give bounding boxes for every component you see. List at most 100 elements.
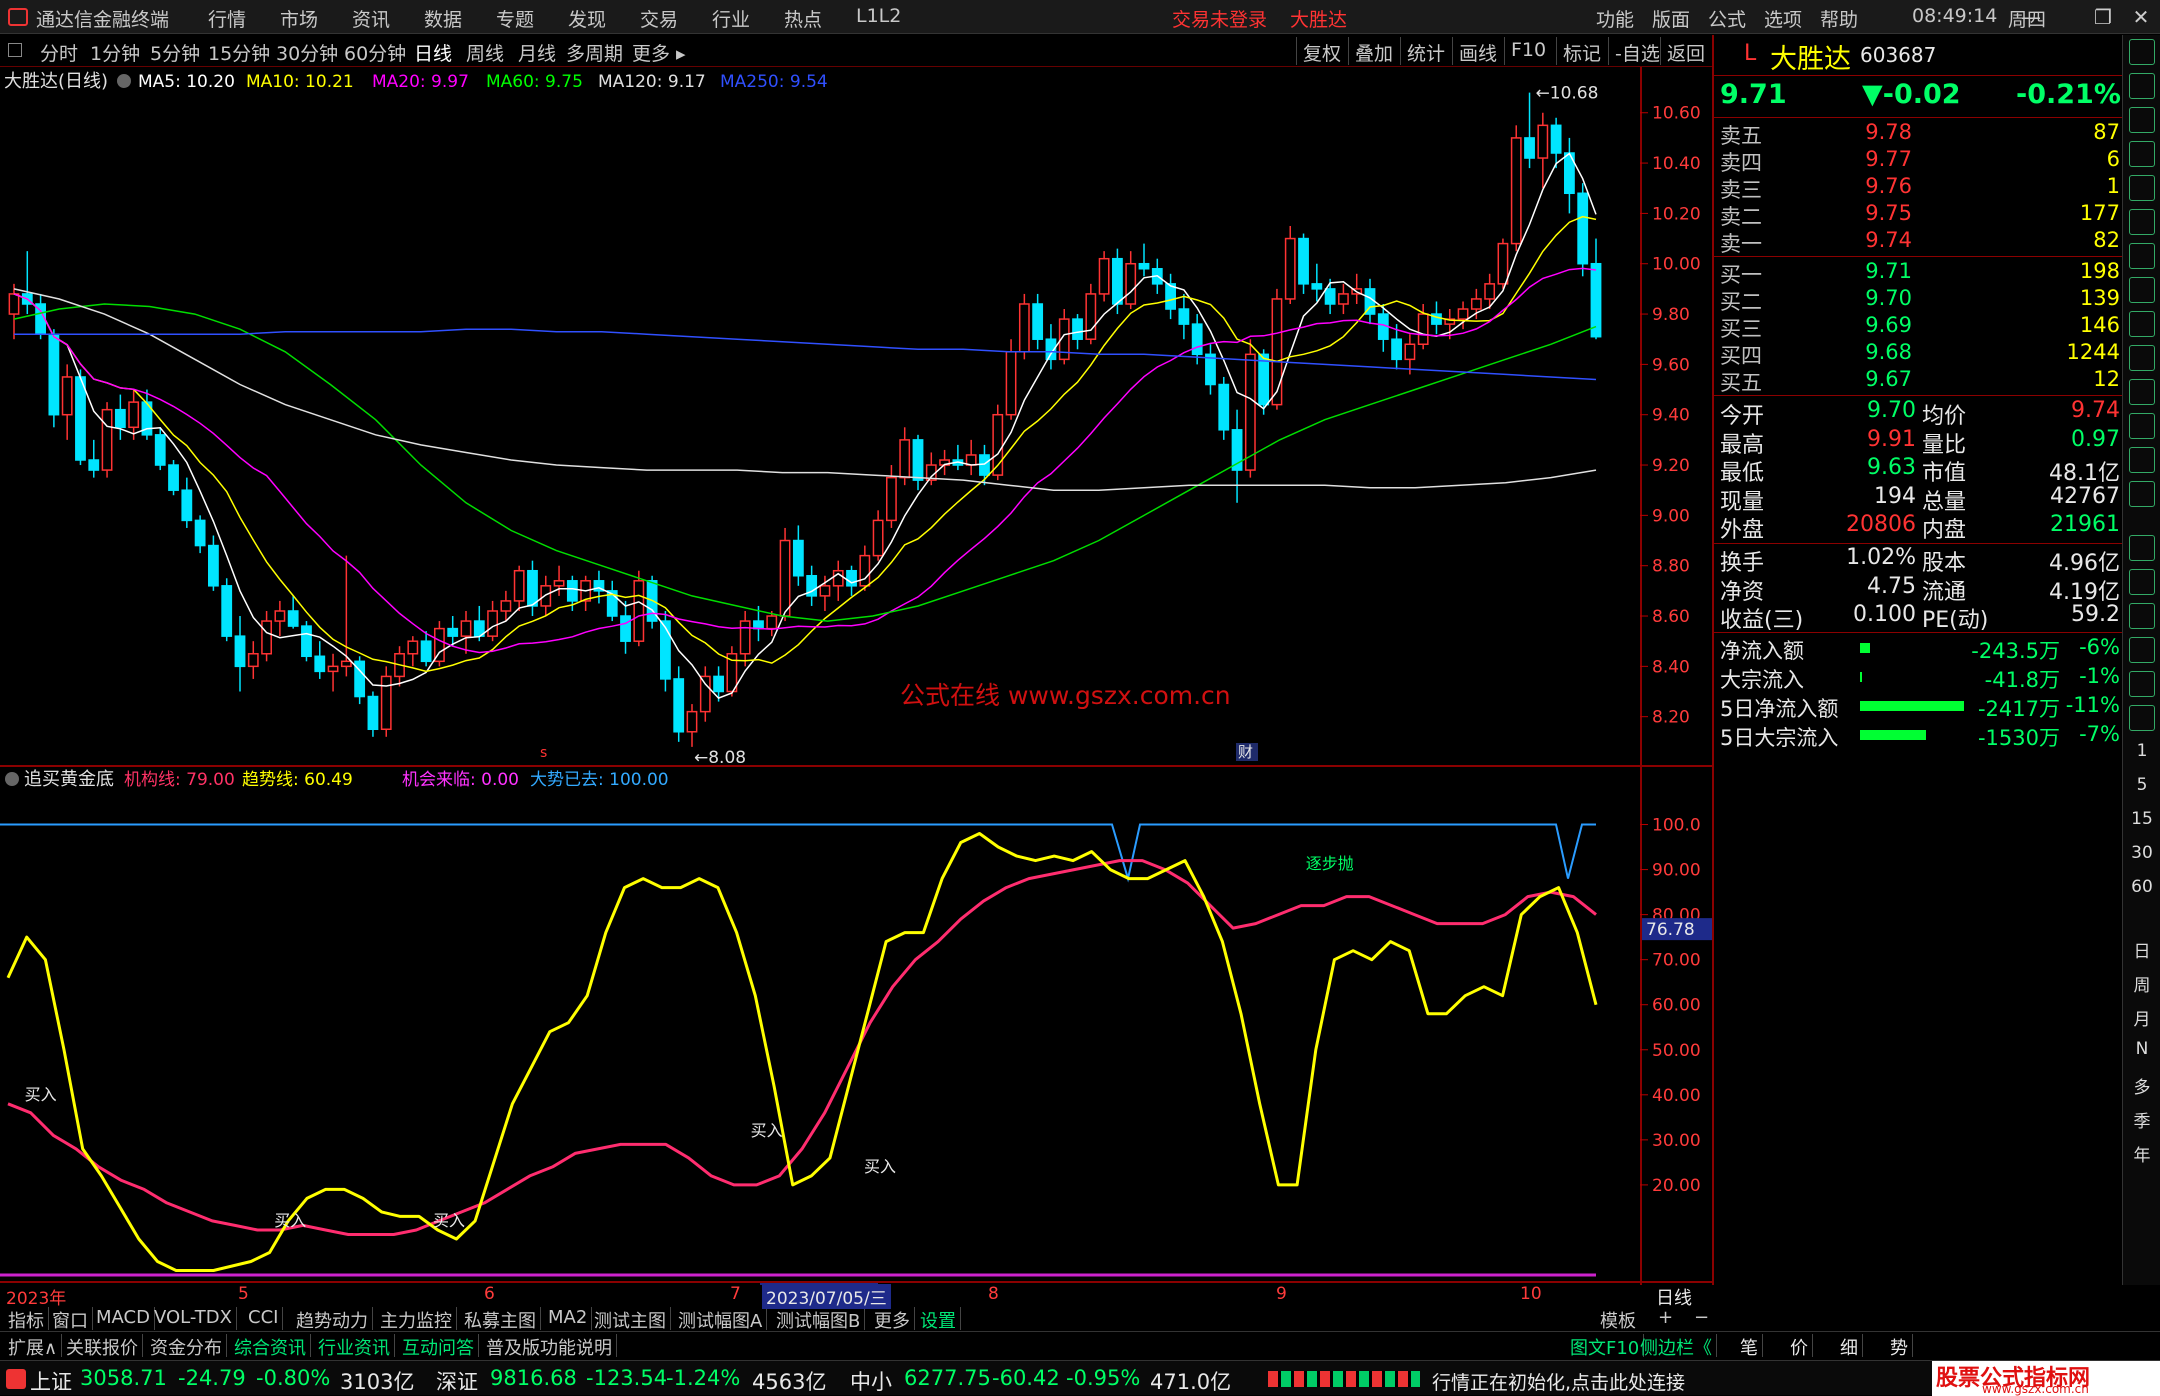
expand-icon[interactable] (2129, 39, 2155, 65)
period-10[interactable]: 更多 ▸ (632, 39, 686, 66)
indicator-tab-5[interactable]: 趋势动力 (292, 1307, 373, 1332)
indicator-tab-10[interactable]: 测试幅图A (674, 1307, 768, 1332)
line-icon[interactable] (2129, 243, 2155, 269)
extension-tab-0[interactable]: 扩展∧ (4, 1334, 63, 1359)
extension-tab-1[interactable]: 关联报价 (62, 1334, 143, 1359)
extension-tab-4[interactable]: 行业资讯 (314, 1334, 395, 1359)
indicator-tab-8[interactable]: MA2 (544, 1307, 593, 1330)
layer-icon[interactable] (2129, 705, 2155, 731)
down-arrow-icon[interactable] (2129, 107, 2155, 133)
list-icon[interactable] (2129, 311, 2155, 337)
chart-icon[interactable] (2129, 175, 2155, 201)
grid-icon[interactable] (2129, 379, 2155, 405)
menu-1[interactable]: 市场 (280, 5, 318, 32)
legend-toggle-icon[interactable] (117, 74, 131, 88)
side-tab-0[interactable]: 图文F10 (1566, 1334, 1645, 1359)
ask-row-2[interactable]: 卖三 9.76 1 (1714, 174, 2124, 202)
extension-tab-6[interactable]: 普及版功能说明 (482, 1334, 617, 1359)
period-1[interactable]: 1分钟 (90, 39, 140, 66)
pen-icon[interactable] (2129, 637, 2155, 663)
indicator-tab-4[interactable]: CCI (244, 1307, 284, 1330)
indicator-tab-3[interactable]: VOL-TDX (150, 1307, 237, 1330)
template-button-1[interactable]: + (1654, 1307, 1677, 1330)
right-menu-1[interactable]: 版面 (1652, 5, 1690, 32)
flow-row-1[interactable]: 大宗流入 -41.8万 -1% (1714, 664, 2124, 693)
flow-row-2[interactable]: 5日净流入额 -2417万 -11% (1714, 693, 2124, 722)
toolbar-button-6[interactable]: -自选 (1608, 37, 1666, 65)
period-shortcut-6[interactable]: 周 (2123, 971, 2160, 996)
period-shortcut-2[interactable]: 15 (2123, 809, 2160, 829)
period-6[interactable]: 日线 (414, 39, 452, 66)
pie-icon[interactable] (2129, 413, 2155, 439)
period-3[interactable]: 15分钟 (208, 39, 270, 66)
menu-2[interactable]: 资讯 (352, 5, 390, 32)
k-icon[interactable] (2129, 277, 2155, 303)
menu-7[interactable]: 行业 (712, 5, 750, 32)
right-menu-4[interactable]: 帮助 (1820, 5, 1858, 32)
toolbar-button-2[interactable]: 统计 (1400, 37, 1451, 65)
marker-cai[interactable]: 财 (1238, 743, 1253, 761)
f10-icon[interactable] (2129, 345, 2155, 371)
period-7[interactable]: 周线 (466, 39, 504, 66)
bars-icon[interactable] (2129, 209, 2155, 235)
indicator-tab-11[interactable]: 测试幅图B (772, 1307, 866, 1332)
indicator-toggle-icon[interactable] (5, 772, 19, 786)
indicator-tab-0[interactable]: 指标 (4, 1307, 49, 1332)
extension-tab-3[interactable]: 综合资讯 (230, 1334, 311, 1359)
indicator-tab-1[interactable]: 窗口 (48, 1307, 93, 1332)
flow-row-3[interactable]: 5日大宗流入 -1530万 -7% (1714, 722, 2124, 751)
period-shortcut-0[interactable]: 1 (2123, 741, 2160, 761)
template-button-2[interactable]: − (1690, 1307, 1713, 1330)
toolbar-button-5[interactable]: 标记 (1556, 37, 1607, 65)
side-tab-2[interactable]: 笔 (1736, 1334, 1763, 1359)
toolbar-button-3[interactable]: 画线 (1452, 37, 1503, 65)
info-icon[interactable] (2129, 141, 2155, 167)
chart-area[interactable]: 10.60 10.40 10.20 10.00 9.80 9.60 9.40 9.20 9.00… (0, 67, 1712, 1285)
period-shortcut-4[interactable]: 60 (2123, 877, 2160, 897)
menu-0[interactable]: 行情 (208, 5, 246, 32)
period-shortcut-7[interactable]: 月 (2123, 1005, 2160, 1030)
indicator-tab-9[interactable]: 测试主图 (590, 1307, 671, 1332)
login-status[interactable]: 交易未登录 (1172, 5, 1267, 32)
template-button-0[interactable]: 模板 (1596, 1307, 1640, 1332)
period-shortcut-8[interactable]: N (2123, 1039, 2160, 1059)
bid-row-0[interactable]: 买一 9.71 198 (1714, 259, 2124, 287)
clock-icon[interactable] (2129, 481, 2155, 507)
connection-message[interactable]: 行情正在初始化,点击此处连接 (1432, 1368, 1685, 1395)
period-shortcut-3[interactable]: 30 (2123, 843, 2160, 863)
bid-row-3[interactable]: 买四 9.68 1244 (1714, 340, 2124, 368)
right-menu-2[interactable]: 公式 (1708, 5, 1746, 32)
toolbar-button-7[interactable]: 返回 (1660, 37, 1711, 65)
bid-row-1[interactable]: 买二 9.70 139 (1714, 286, 2124, 314)
x-axis-period-label[interactable]: 日线 (1656, 1284, 1692, 1310)
indicator-tab-12[interactable]: 更多 (870, 1307, 915, 1332)
marker-s[interactable]: s (540, 745, 547, 761)
menu-8[interactable]: 热点 (784, 5, 822, 32)
side-tab-5[interactable]: 势 (1886, 1334, 1913, 1359)
indicator-tab-6[interactable]: 主力监控 (376, 1307, 457, 1332)
bid-row-2[interactable]: 买三 9.69 146 (1714, 313, 2124, 341)
side-tab-3[interactable]: 价 (1786, 1334, 1813, 1359)
ask-row-4[interactable]: 卖一 9.74 82 (1714, 228, 2124, 256)
extension-tab-2[interactable]: 资金分布 (146, 1334, 227, 1359)
toolbar-button-1[interactable]: 叠加 (1348, 37, 1399, 65)
sh-label[interactable]: 上证 (30, 1366, 72, 1396)
sz-label[interactable]: 深证 (436, 1366, 478, 1396)
indicator-tab-13[interactable]: 设置 (916, 1307, 961, 1332)
period-8[interactable]: 月线 (518, 39, 556, 66)
toolbar-button-0[interactable]: 复权 (1296, 37, 1347, 65)
indicator-tab-7[interactable]: 私募主图 (460, 1307, 541, 1332)
up-arrow-icon[interactable] (2129, 73, 2155, 99)
right-menu-3[interactable]: 选项 (1764, 5, 1802, 32)
period-shortcut-9[interactable]: 多 (2123, 1073, 2160, 1098)
period-9[interactable]: 多周期 (566, 39, 623, 66)
toolbar-button-4[interactable]: F10 (1504, 37, 1552, 65)
period-0[interactable]: 分时 (40, 39, 78, 66)
minimize-icon[interactable]: — (2018, 4, 2044, 30)
period-shortcut-1[interactable]: 5 (2123, 775, 2160, 795)
rsi-icon[interactable] (2129, 569, 2155, 595)
restore-icon[interactable]: ❐ (2090, 4, 2116, 30)
period-4[interactable]: 30分钟 (276, 39, 338, 66)
menu-5[interactable]: 发现 (568, 5, 606, 32)
flow-icon[interactable] (2129, 447, 2155, 473)
